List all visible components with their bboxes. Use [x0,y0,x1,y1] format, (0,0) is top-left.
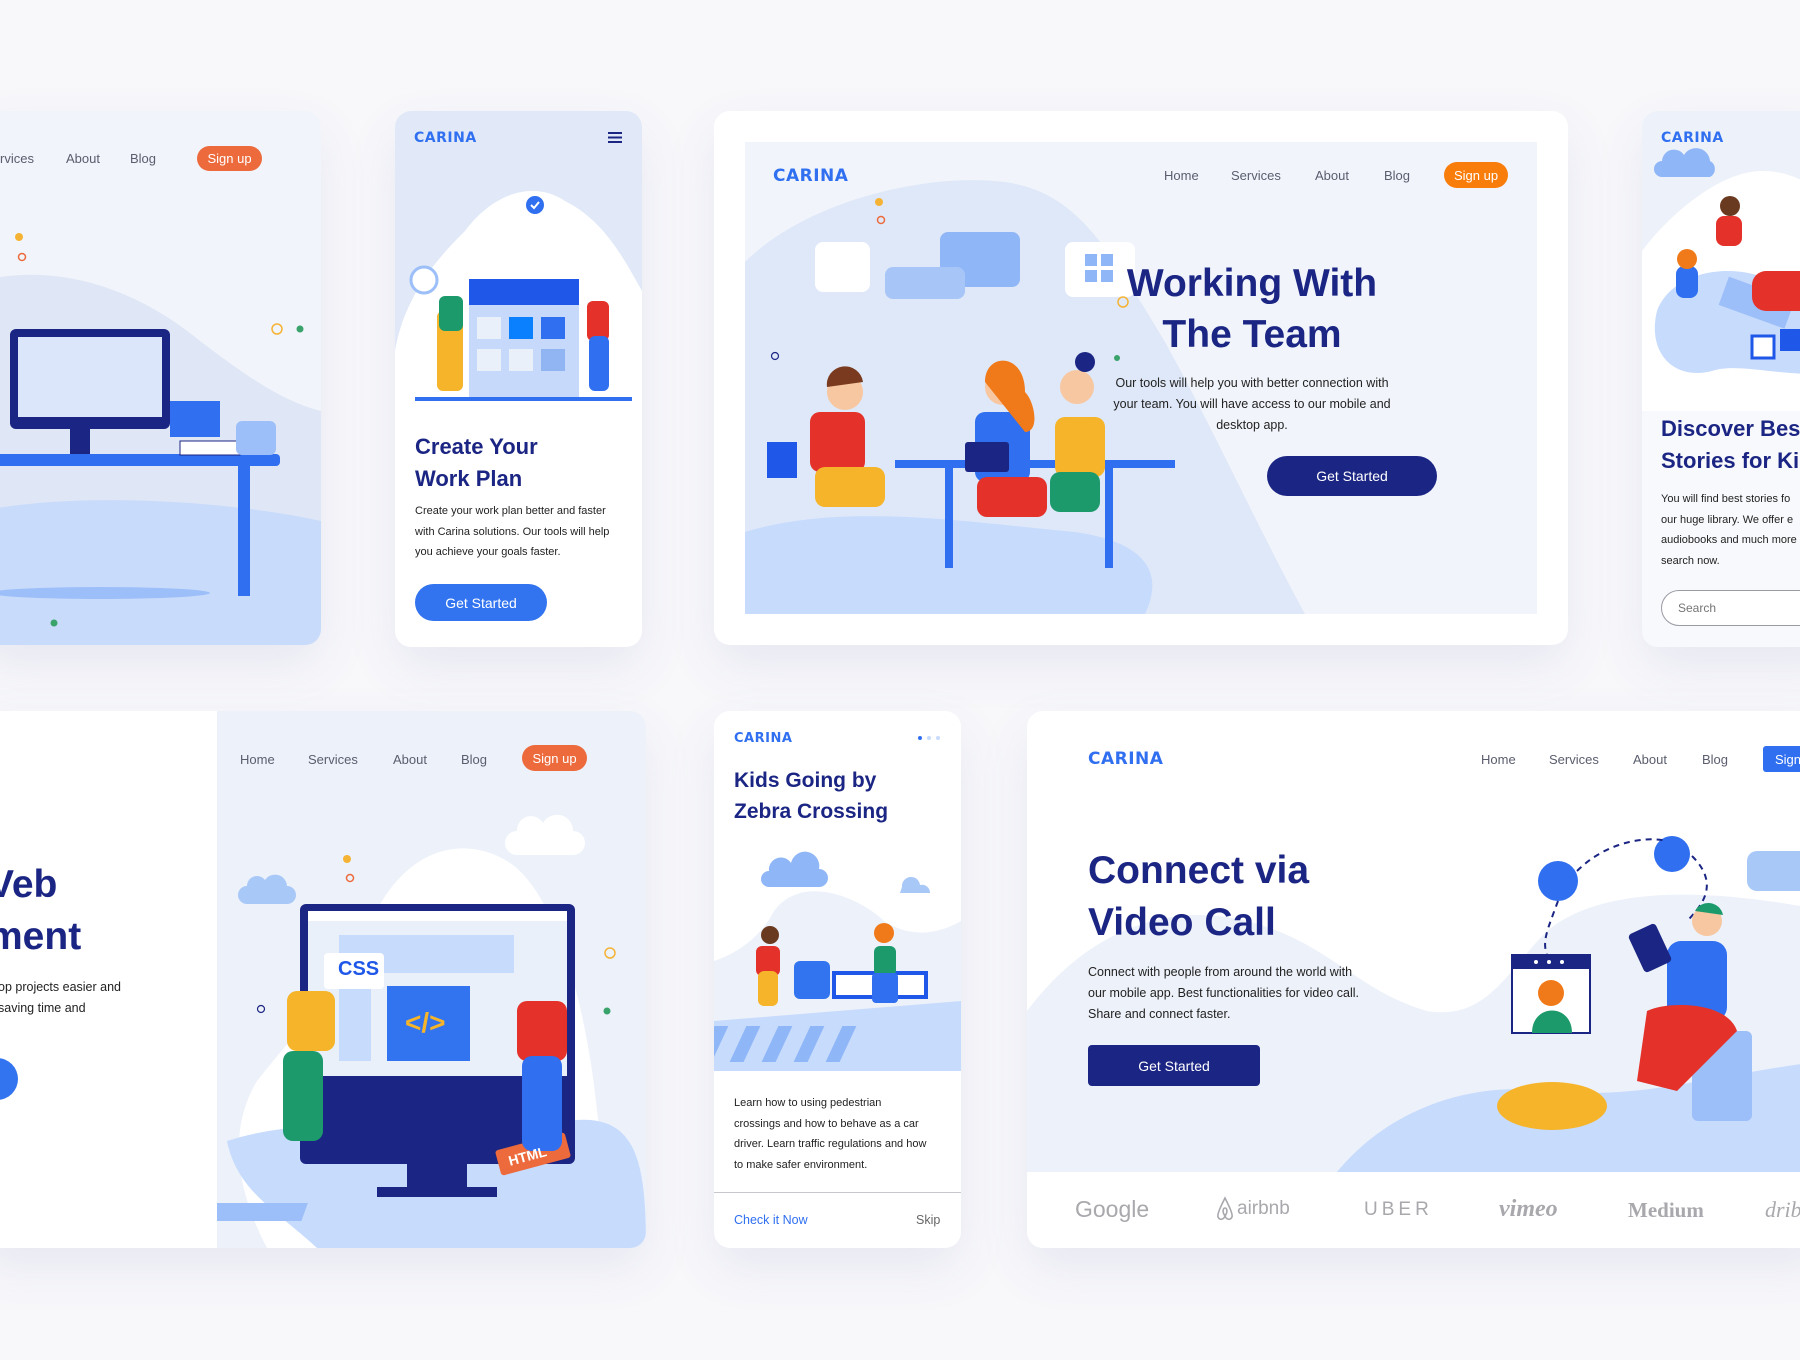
divider [714,1192,961,1193]
description: op projects easier and saving time and [0,980,121,1015]
brand-dribbble: dribbble [1765,1197,1800,1222]
page-title: Discover Best Stories for Ki [1661,416,1800,473]
brand-google: Google [1075,1196,1150,1222]
card-web-development: CSS </> HTML Home Services About Blog Si… [0,711,646,1248]
signup-button[interactable]: Sign up [1444,162,1508,188]
brand-medium: Medium [1628,1198,1704,1222]
cta-button[interactable] [0,1058,18,1100]
carina-logo[interactable]: CARINA [414,130,477,146]
carina-logo[interactable]: CARINA [734,731,792,746]
carina-logo[interactable]: CARINA [773,166,848,186]
card-work-plan: CARINA Create Your Work Plan Create your … [395,111,642,647]
page-title: Working With The Team [1126,262,1378,356]
nav-blog[interactable]: Blog [1384,168,1410,183]
hamburger-icon[interactable] [608,132,622,143]
nav-about[interactable]: About [393,752,427,767]
code-icon: </> [405,1007,446,1038]
nav-blog[interactable]: Blog [1702,752,1728,767]
search-input[interactable] [1661,590,1800,626]
nav-home[interactable]: Home [1481,752,1516,767]
description: Our tools will help you with better conn… [1113,376,1391,432]
nav-blog[interactable]: Blog [130,151,156,166]
card-working-team: CARINA Home Services About Blog Sign up … [714,111,1568,645]
nav-services[interactable]: Services [1231,168,1281,183]
brand-vimeo: vimeo [1499,1196,1558,1222]
description: Learn how to using pedestrian crossings a… [734,1097,927,1171]
page-title: Create Your Work Plan [415,434,538,491]
description: You will find best stories fo our huge li… [1661,493,1797,567]
brand-uber: UBER [1364,1199,1433,1220]
brand-logos-strip: Google airbnb UBER vimeo Medium dribbble [1027,1172,1800,1248]
code-illustration [217,814,646,1248]
airbnb-icon [1217,1196,1233,1221]
signup-button[interactable]: Sign up [522,745,587,771]
card-zebra-crossing: CARINA Kids Going by Zebra Crossing Learn… [714,711,961,1248]
check-it-now-link[interactable]: Check it Now [734,1213,808,1227]
description: Create your work plan better and faster w… [415,505,610,558]
calendar-illustration [395,111,642,411]
get-started-button[interactable]: Get Started [1267,456,1437,496]
carina-logo[interactable]: CARINA [1661,130,1724,146]
page-title: Kids Going by Zebra Crossing [734,769,889,823]
crossing-illustration [714,851,961,1071]
nav-about[interactable]: About [1633,752,1667,767]
brand-airbnb: airbnb [1237,1198,1290,1219]
get-started-button[interactable]: Get Started [1088,1045,1260,1086]
card-kids-stories: CARINA Discover Best Stories for Ki You w… [1642,111,1800,647]
nav-services[interactable]: rvices [0,151,34,166]
reading-illustration [1642,111,1800,411]
description: Connect with people from around the worl… [1088,965,1359,1021]
card-video-call: CARINA Home Services About Blog Sign Con… [1027,711,1800,1248]
get-started-button[interactable]: Get Started [415,584,547,621]
css-label: CSS [338,958,380,980]
signup-button[interactable]: Sign up [197,146,262,171]
page-title: Vebment [0,863,82,958]
nav-blog[interactable]: Blog [461,752,487,767]
desk-illustration [0,233,321,645]
hero-panel: CSS </> HTML [217,711,646,1248]
signup-button[interactable]: Sign [1763,746,1800,772]
nav-home[interactable]: Home [240,752,275,767]
nav-about[interactable]: About [66,151,100,166]
nav-about[interactable]: About [1315,168,1349,183]
pager-dots[interactable] [918,736,940,740]
nav-services[interactable]: Services [308,752,358,767]
carina-logo[interactable]: CARINA [1088,749,1163,769]
skip-link[interactable]: Skip [916,1213,940,1227]
card-desktop-workspace: rvices About Blog Sign up [0,111,321,645]
nav-home[interactable]: Home [1164,168,1199,183]
nav-services[interactable]: Services [1549,752,1599,767]
page-title: Connect via Video Call [1088,849,1310,944]
